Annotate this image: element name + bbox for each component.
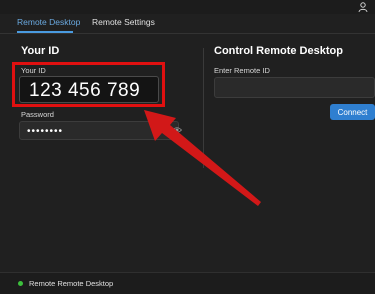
tab-remote-desktop[interactable]: Remote Desktop: [17, 17, 80, 27]
control-remote-heading: Control Remote Desktop: [214, 45, 343, 57]
eye-icon[interactable]: [172, 125, 182, 135]
connect-button[interactable]: Connect: [330, 104, 375, 120]
status-bar: Remote Remote Desktop: [0, 272, 375, 294]
status-text: Remote Remote Desktop: [29, 279, 114, 288]
user-icon[interactable]: [357, 1, 369, 13]
red-arrow: [144, 110, 261, 206]
remote-id-label: Enter Remote ID: [214, 66, 270, 75]
your-id-heading: Your ID: [21, 45, 60, 57]
remote-id-input[interactable]: [214, 77, 375, 98]
title-bar: [0, 0, 375, 14]
tab-bar: Remote Desktop Remote Settings: [0, 14, 375, 34]
tab-remote-settings[interactable]: Remote Settings: [92, 17, 155, 27]
highlight-box: [12, 62, 165, 107]
password-label: Password: [21, 110, 54, 119]
panel-divider: [203, 48, 204, 168]
password-field[interactable]: ••••••••: [19, 121, 179, 140]
active-tab-indicator: [17, 31, 73, 33]
status-indicator: [18, 281, 23, 286]
